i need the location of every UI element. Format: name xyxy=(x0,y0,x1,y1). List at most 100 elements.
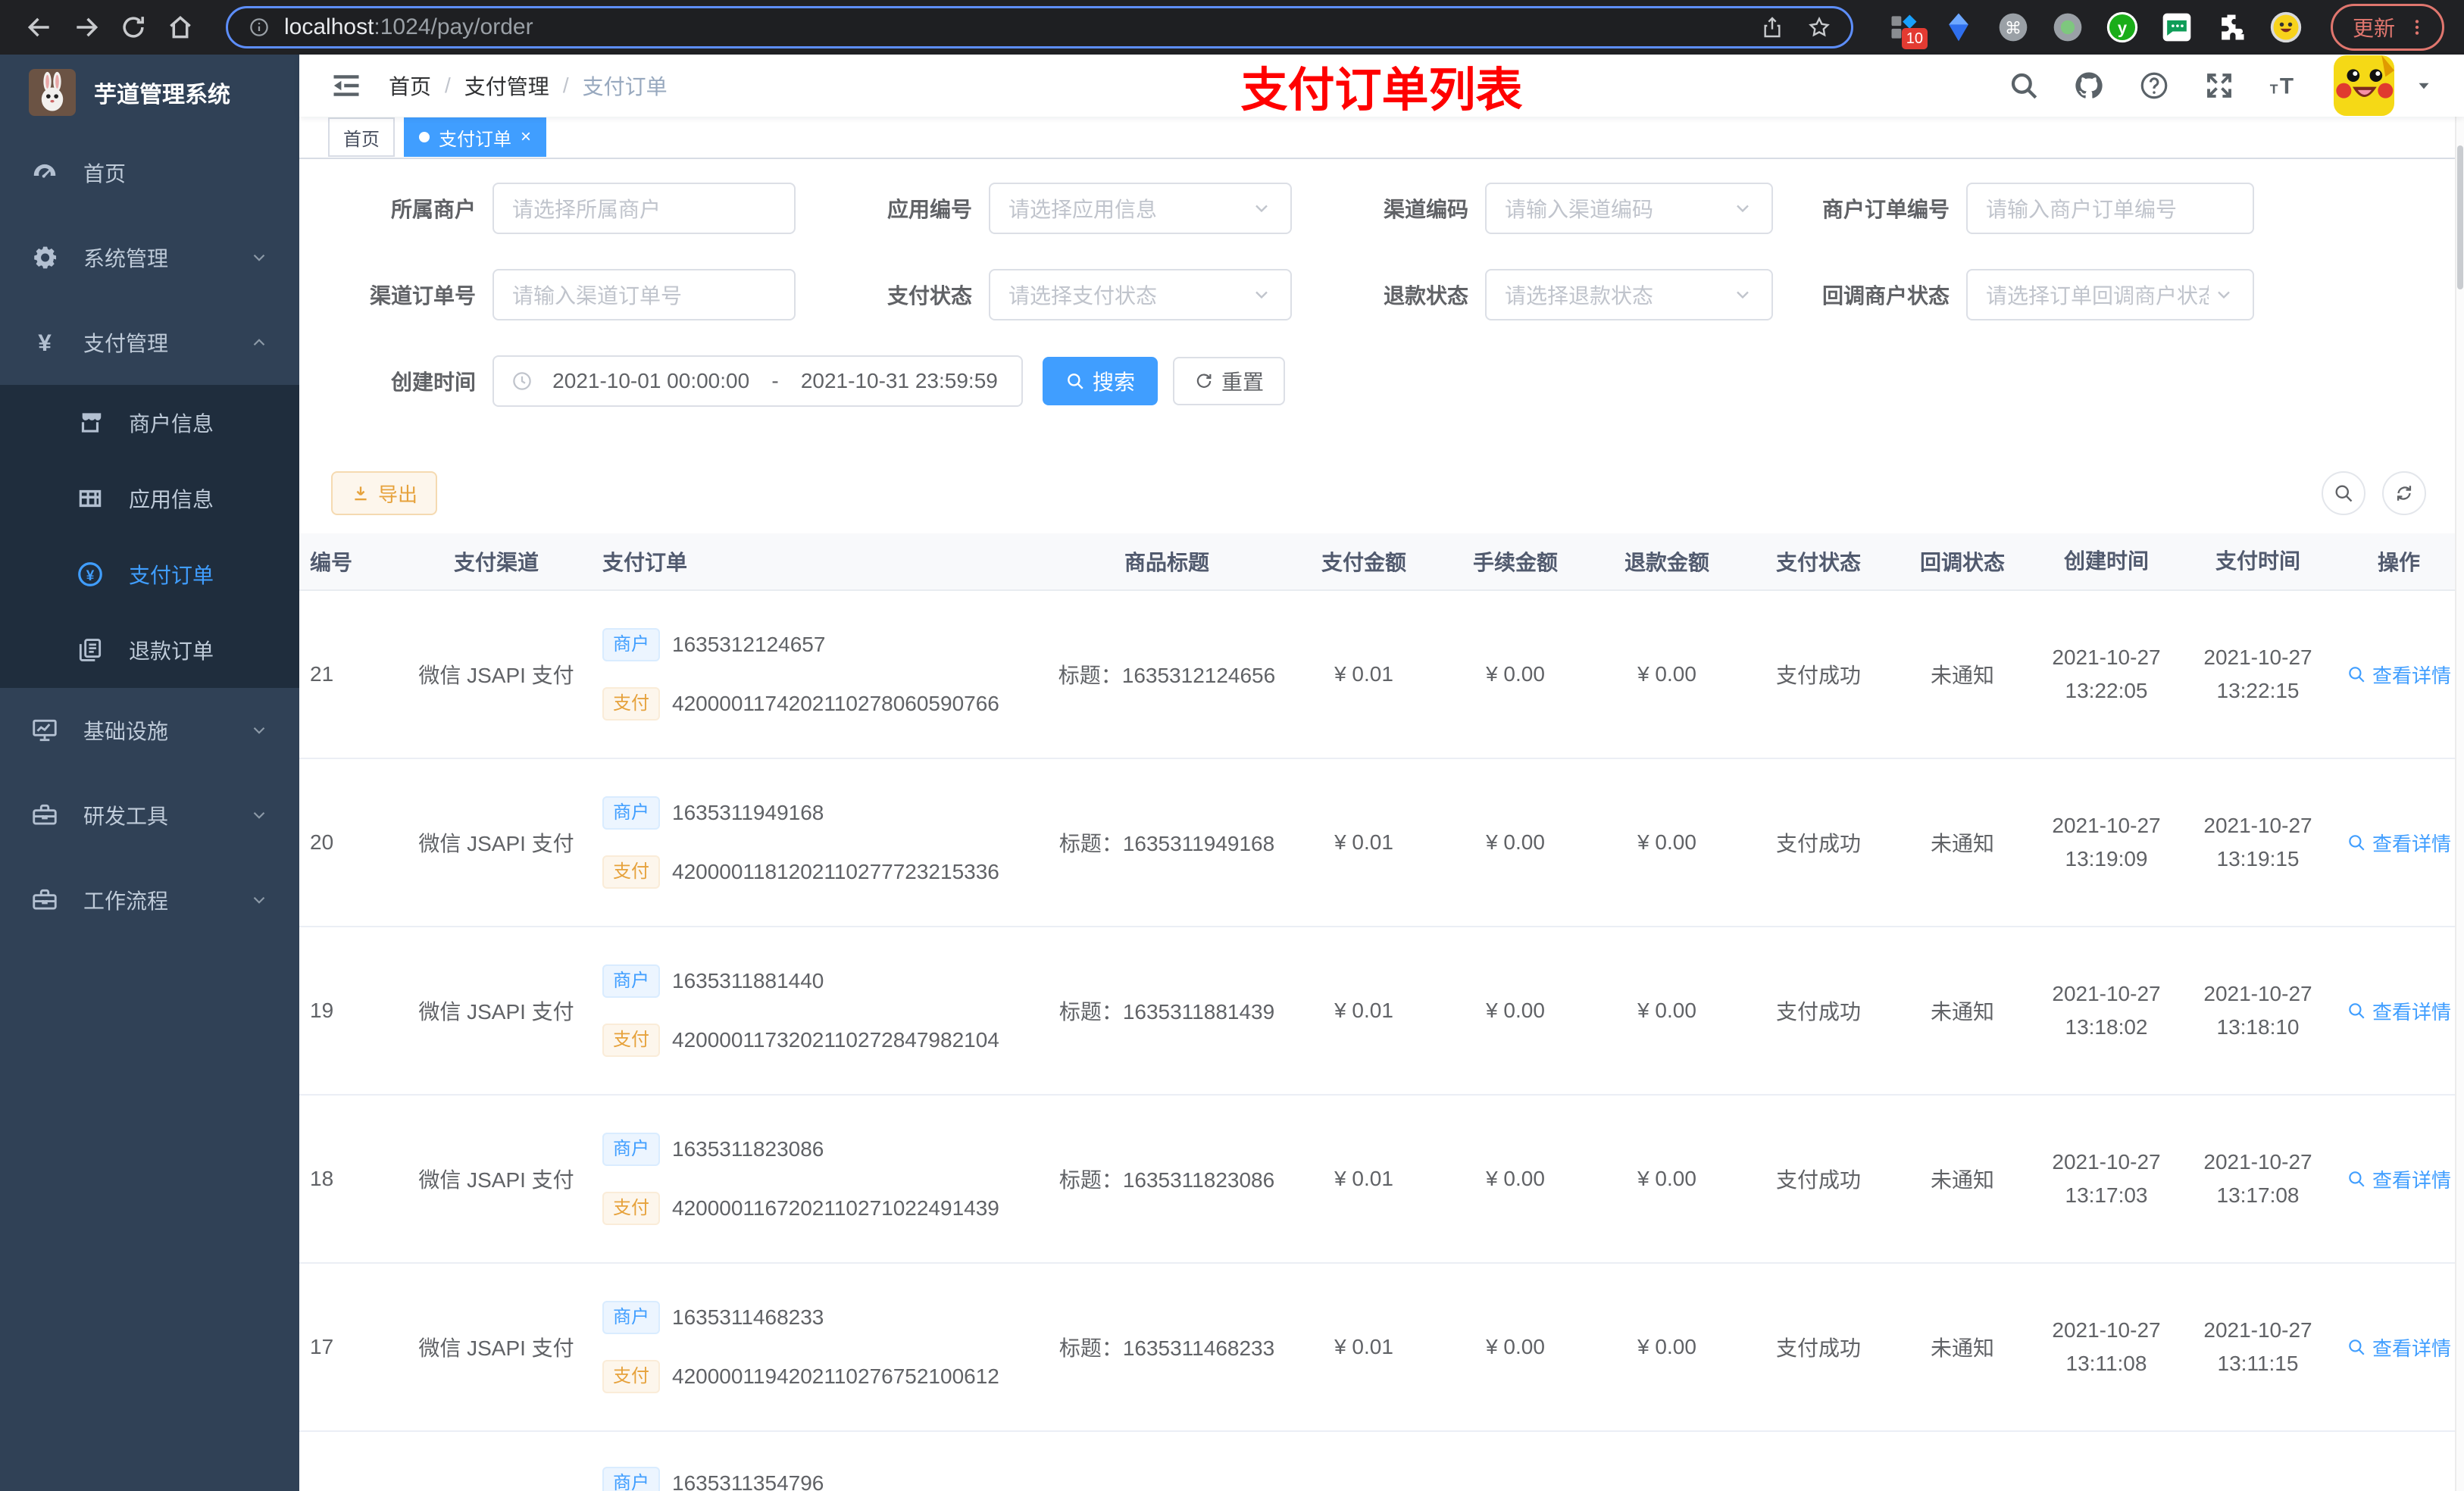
filter-label-1-1: 支付状态 xyxy=(886,284,972,308)
range-end-value: 2021-10-31 23:59:59 xyxy=(800,369,998,392)
sidebar-item-pay[interactable]: ¥ 支付管理 xyxy=(0,300,299,385)
filter-input-1-0[interactable]: 请输入渠道订单号 xyxy=(492,269,796,320)
user-avatar[interactable] xyxy=(2334,55,2394,117)
refresh-table-button[interactable] xyxy=(2382,471,2426,515)
cell-refund: ¥ 0.00 xyxy=(1637,662,1696,686)
font-size-icon[interactable]: TT xyxy=(2269,70,2300,102)
sidebar-item-infra[interactable]: 基础设施 xyxy=(0,688,299,773)
github-icon[interactable] xyxy=(2073,70,2105,102)
tab-tag-0[interactable]: 首页 xyxy=(328,117,395,158)
sidebar-item-pay-order[interactable]: ¥ 支付订单 xyxy=(0,536,299,612)
table-header-notify: 回调状态 xyxy=(1919,551,2005,574)
tag-close-icon[interactable]: × xyxy=(521,127,531,148)
filter-select-0-2[interactable]: 请输入渠道编码 xyxy=(1485,183,1773,234)
breadcrumb-home[interactable]: 首页 xyxy=(389,70,431,101)
update-label: 更新 xyxy=(2352,17,2395,40)
order-merchant-line: 商户 1635311468233 xyxy=(602,1301,1046,1334)
placeholder-text: 请选择订单回调商户状态 xyxy=(1986,284,2209,308)
filter-select-1-3[interactable]: 请选择订单回调商户状态 xyxy=(1966,269,2254,320)
merchant-order-no: 1635311949168 xyxy=(672,801,824,824)
bookmark-star-icon[interactable] xyxy=(1807,15,1831,39)
extension-y-icon[interactable]: y xyxy=(2105,10,2140,45)
filter-row-1: 渠道订单号 请输入渠道订单号 支付状态 请选择支付状态 退款状态 请选择退款状态 回调商户状… xyxy=(299,268,2464,321)
help-icon[interactable] xyxy=(2138,70,2170,102)
sidebar-item-label: 退款订单 xyxy=(129,639,214,663)
share-icon[interactable] xyxy=(1760,15,1784,39)
view-detail-link[interactable]: 查看详情 xyxy=(2334,997,2464,1025)
sidebar-item-refund-order[interactable]: 退款订单 xyxy=(0,612,299,688)
order-merchant-line: 商户 1635312124657 xyxy=(602,628,1046,661)
extension-chat-icon[interactable] xyxy=(2159,10,2194,45)
breadcrumb: 首页 / 支付管理 / 支付订单 xyxy=(389,70,668,101)
create-time-range-picker[interactable]: 2021-10-01 00:00:00 - 2021-10-31 23:59:5… xyxy=(492,355,1023,407)
fullscreen-icon[interactable] xyxy=(2203,70,2235,102)
table-header-title: 商品标题 xyxy=(1124,551,1209,574)
merchant-order-no: 1635312124657 xyxy=(672,633,826,656)
export-button[interactable]: 导出 xyxy=(331,471,438,515)
avatar-caret-icon[interactable] xyxy=(2414,76,2434,95)
browser-forward-icon[interactable] xyxy=(67,8,106,47)
extension-puzzle-icon[interactable] xyxy=(2214,10,2249,45)
sidebar-item-workflow[interactable]: 工作流程 xyxy=(0,858,299,942)
show-search-toggle-button[interactable] xyxy=(2322,471,2366,515)
cell-fee: ¥ 0.00 xyxy=(1486,1335,1545,1358)
view-detail-link[interactable]: 查看详情 xyxy=(2334,1333,2464,1361)
merchant-order-no: 1635311881440 xyxy=(672,969,824,992)
extension-tiles-icon[interactable]: 10 xyxy=(1887,10,1928,49)
cell-order: 商户 1635311949168 支付 42000011812021102777232… xyxy=(602,796,1046,889)
cell-amount: ¥ 0.01 xyxy=(1334,999,1393,1022)
table-row: 18 微信 JSAPI 支付 商户 1635311823086 支付 4200001167… xyxy=(299,1096,2464,1264)
cell-notify-status: 未通知 xyxy=(1930,1000,1994,1024)
extension-kite-icon[interactable] xyxy=(1941,10,1976,45)
filter-input-0-0[interactable]: 请选择所属商户 xyxy=(492,183,796,234)
filter-select-1-2[interactable]: 请选择退款状态 xyxy=(1485,269,1773,320)
site-info-icon[interactable] xyxy=(248,16,270,39)
cell-refund: ¥ 0.00 xyxy=(1637,830,1696,854)
cell-order: 商户 1635311354796 xyxy=(602,1467,1046,1491)
cell-pay-status: 支付成功 xyxy=(1775,832,1861,855)
cell-title: 标题：1635311823086 xyxy=(1058,1168,1275,1192)
order-merchant-line: 商户 1635311354796 xyxy=(602,1467,1046,1491)
sidebar-item-app-info[interactable]: 应用信息 xyxy=(0,461,299,536)
sidebar: 芋道管理系统 首页 系统管理 ¥ 支付管理 商户信息 应用信息 ¥ 支付订单退款订单基础设施研… xyxy=(0,55,299,1491)
cell-amount: ¥ 0.01 xyxy=(1334,830,1393,854)
browser-reload-icon[interactable] xyxy=(114,8,153,47)
extensions-row: 10 ⌘ y 更新 xyxy=(1887,4,2444,51)
sidebar-item-label: 基础设施 xyxy=(83,720,169,743)
sidebar-collapse-icon[interactable] xyxy=(330,69,363,102)
sidebar-item-home[interactable]: 首页 xyxy=(0,130,299,215)
filter-select-0-1[interactable]: 请选择应用信息 xyxy=(989,183,1292,234)
browser-home-icon[interactable] xyxy=(161,8,200,47)
filter-input-0-3[interactable]: 请输入商户订单编号 xyxy=(1966,183,2254,234)
extension-record-icon[interactable] xyxy=(2050,10,2085,45)
view-detail-link[interactable]: 查看详情 xyxy=(2334,1165,2464,1193)
svg-text:¥: ¥ xyxy=(86,568,95,584)
sidebar-item-devtools[interactable]: 研发工具 xyxy=(0,773,299,858)
header-search-icon[interactable] xyxy=(2008,70,2040,102)
browser-back-icon[interactable] xyxy=(20,8,59,47)
search-button[interactable]: 搜索 xyxy=(1043,357,1159,405)
sidebar-item-label: 支付订单 xyxy=(129,564,214,587)
filter-select-1-1[interactable]: 请选择支付状态 xyxy=(989,269,1292,320)
url-bar[interactable]: localhost:1024/pay/order xyxy=(226,6,1853,48)
view-detail-link[interactable]: 查看详情 xyxy=(2334,829,2464,857)
breadcrumb-pay-manage[interactable]: 支付管理 xyxy=(464,70,549,101)
reset-button[interactable]: 重置 xyxy=(1173,357,1286,405)
pay-order-no: 4200001173202110272847982104 xyxy=(672,1028,999,1052)
sidebar-item-system[interactable]: 系统管理 xyxy=(0,215,299,300)
top-navbar: 首页 / 支付管理 / 支付订单 支付订单列表 T T xyxy=(299,55,2464,117)
coin-icon: ¥ xyxy=(76,560,105,589)
tab-tag-1[interactable]: 支付订单 × xyxy=(404,117,547,158)
scrollbar-thumb[interactable] xyxy=(2457,145,2463,289)
dashboard-icon xyxy=(30,158,59,187)
profile-emoji-icon[interactable] xyxy=(2269,10,2303,45)
page-scrollbar[interactable] xyxy=(2455,55,2464,1491)
browser-update-button[interactable]: 更新 xyxy=(2330,4,2444,51)
extension-command-icon[interactable]: ⌘ xyxy=(1996,10,2031,45)
view-detail-link[interactable]: 查看详情 xyxy=(2334,661,2464,689)
sidebar-item-merchant-info[interactable]: 商户信息 xyxy=(0,385,299,461)
cell-pay-time: 2021-10-27 13:22:15 xyxy=(2203,645,2312,702)
table-header-action: 操作 xyxy=(2377,551,2420,574)
kebab-menu-icon[interactable] xyxy=(2407,17,2427,37)
app-title: 芋道管理系统 xyxy=(94,83,230,108)
